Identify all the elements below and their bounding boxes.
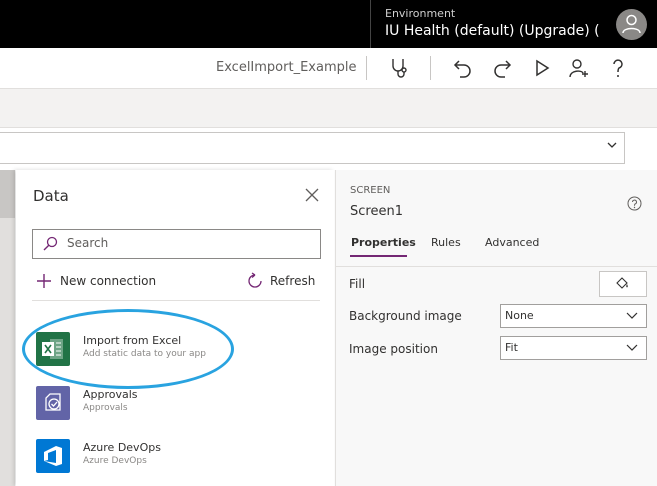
fill-color-picker[interactable] bbox=[599, 271, 647, 297]
undo-icon[interactable] bbox=[451, 56, 475, 80]
refresh-button[interactable]: Refresh bbox=[246, 270, 315, 292]
environment-picker[interactable]: Environment IU Health (default) (Upgrade… bbox=[370, 0, 606, 48]
canvas-edge bbox=[0, 170, 15, 218]
list-item-approvals[interactable]: Approvals Approvals bbox=[36, 384, 316, 424]
environment-value: IU Health (default) (Upgrade) (o... bbox=[385, 23, 600, 39]
formula-bar bbox=[0, 128, 657, 170]
tab-advanced[interactable]: Advanced bbox=[485, 236, 539, 249]
select-value: Fit bbox=[505, 341, 518, 354]
formula-input[interactable] bbox=[0, 132, 625, 164]
refresh-label: Refresh bbox=[270, 274, 316, 288]
help-circle-icon[interactable] bbox=[627, 196, 642, 211]
search-input[interactable] bbox=[67, 234, 312, 252]
refresh-icon bbox=[248, 272, 262, 288]
divider bbox=[336, 266, 657, 267]
tab-rules[interactable]: Rules bbox=[431, 236, 461, 249]
search-box[interactable] bbox=[32, 229, 321, 259]
list-item-title: Approvals bbox=[83, 388, 138, 401]
background-image-select[interactable]: None bbox=[500, 304, 647, 328]
image-position-label: Image position bbox=[349, 342, 438, 356]
help-icon[interactable] bbox=[606, 56, 630, 80]
share-user-icon[interactable] bbox=[567, 56, 591, 80]
avatar[interactable] bbox=[616, 9, 647, 40]
paint-bucket-icon bbox=[616, 277, 628, 289]
chevron-down-icon bbox=[626, 312, 638, 319]
redo-icon[interactable] bbox=[490, 56, 514, 80]
plus-icon bbox=[37, 274, 51, 288]
screen-name: Screen1 bbox=[350, 204, 403, 219]
active-tab-indicator bbox=[350, 255, 407, 257]
fill-label: Fill bbox=[349, 277, 366, 291]
canvas-area bbox=[0, 170, 15, 486]
background-image-label: Background image bbox=[349, 309, 462, 323]
new-connection-label: New connection bbox=[60, 274, 157, 288]
tab-properties[interactable]: Properties bbox=[351, 236, 416, 249]
divider bbox=[430, 56, 431, 80]
properties-panel: SCREEN Screen1 Properties Rules Advanced… bbox=[335, 170, 657, 486]
list-item-azure-devops[interactable]: Azure DevOps Azure DevOps bbox=[36, 437, 316, 477]
divider bbox=[32, 300, 320, 301]
section-label: SCREEN bbox=[350, 185, 391, 196]
chevron-down-icon bbox=[626, 344, 638, 351]
ribbon bbox=[0, 89, 657, 128]
new-connection-button[interactable]: New connection bbox=[36, 270, 156, 292]
stethoscope-icon[interactable] bbox=[387, 56, 411, 80]
approvals-icon bbox=[36, 386, 70, 420]
panel-title: Data bbox=[33, 187, 69, 205]
list-item-title: Azure DevOps bbox=[83, 441, 161, 454]
list-item-subtitle: Azure DevOps bbox=[83, 456, 147, 466]
app-name: ExcelImport_Example bbox=[216, 60, 357, 75]
person-icon bbox=[622, 14, 641, 34]
search-icon bbox=[43, 236, 58, 251]
select-value: None bbox=[505, 309, 534, 322]
play-icon[interactable] bbox=[530, 56, 554, 80]
image-position-select[interactable]: Fit bbox=[500, 336, 647, 360]
top-bar: Environment IU Health (default) (Upgrade… bbox=[0, 0, 657, 48]
environment-label: Environment bbox=[385, 7, 456, 20]
chevron-down-icon[interactable] bbox=[606, 140, 618, 150]
list-item-subtitle: Approvals bbox=[83, 403, 128, 413]
azure-devops-icon bbox=[36, 439, 70, 473]
divider bbox=[366, 56, 367, 80]
close-icon[interactable] bbox=[304, 187, 320, 203]
highlight-ellipse bbox=[22, 309, 234, 389]
command-bar: ExcelImport_Example bbox=[0, 48, 657, 89]
